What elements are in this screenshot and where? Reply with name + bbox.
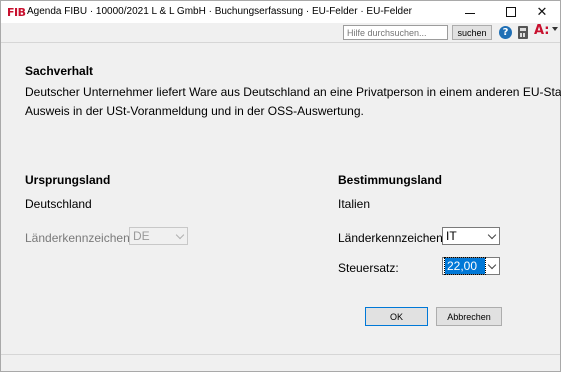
ursprungsland-code-select: DE	[129, 227, 188, 245]
sachverhalt-line-1: Deutscher Unternehmer liefert Ware aus D…	[25, 85, 561, 99]
sachverhalt-heading: Sachverhalt	[25, 64, 94, 78]
accessibility-icon[interactable]: A:	[534, 23, 550, 38]
title-bar: FIB Agenda FIBU · 10000/2021 L & L GmbH …	[1, 1, 560, 23]
ursprungsland-heading: Ursprungsland	[25, 173, 111, 187]
calculator-icon[interactable]	[518, 26, 528, 39]
minimize-icon	[465, 12, 475, 14]
help-search-input[interactable]	[343, 25, 448, 40]
ursprungsland-code-label: Länderkennzeichen:	[25, 231, 134, 245]
cancel-button[interactable]: Abbrechen	[436, 307, 502, 326]
ok-button[interactable]: OK	[365, 307, 428, 326]
search-button[interactable]: suchen	[452, 25, 492, 40]
chevron-down-icon[interactable]	[552, 27, 558, 31]
fib-logo-icon: FIB	[7, 6, 26, 19]
bestimmungsland-code-value: IT	[446, 229, 457, 243]
steuersatz-label: Steuersatz:	[338, 261, 399, 275]
bestimmungsland-code-label: Länderkennzeichen:	[338, 231, 447, 245]
chevron-down-icon[interactable]	[485, 258, 499, 274]
status-bar	[1, 354, 560, 371]
steuersatz-value: 22,00	[444, 257, 486, 275]
steuersatz-select[interactable]: 22,00	[442, 257, 500, 275]
chevron-down-icon	[173, 228, 187, 244]
bestimmungsland-code-select[interactable]: IT	[442, 227, 500, 245]
help-icon[interactable]: ?	[499, 26, 512, 39]
close-icon: ✕	[536, 4, 548, 20]
ursprungsland-code-value: DE	[133, 229, 150, 243]
bestimmungsland-country: Italien	[338, 197, 371, 211]
sachverhalt-line-2: Ausweis in der USt-Voranmeldung und in d…	[25, 104, 364, 118]
ursprungsland-country: Deutschland	[25, 197, 92, 211]
eu-felder-dialog: FIB Agenda FIBU · 10000/2021 L & L GmbH …	[0, 0, 561, 372]
close-button[interactable]: ✕	[524, 1, 560, 23]
chevron-down-icon[interactable]	[485, 228, 499, 244]
maximize-icon	[506, 7, 516, 17]
minimize-button[interactable]	[452, 1, 488, 23]
bestimmungsland-heading: Bestimmungsland	[338, 173, 443, 187]
window-title: Agenda FIBU · 10000/2021 L & L GmbH · Bu…	[27, 6, 412, 17]
